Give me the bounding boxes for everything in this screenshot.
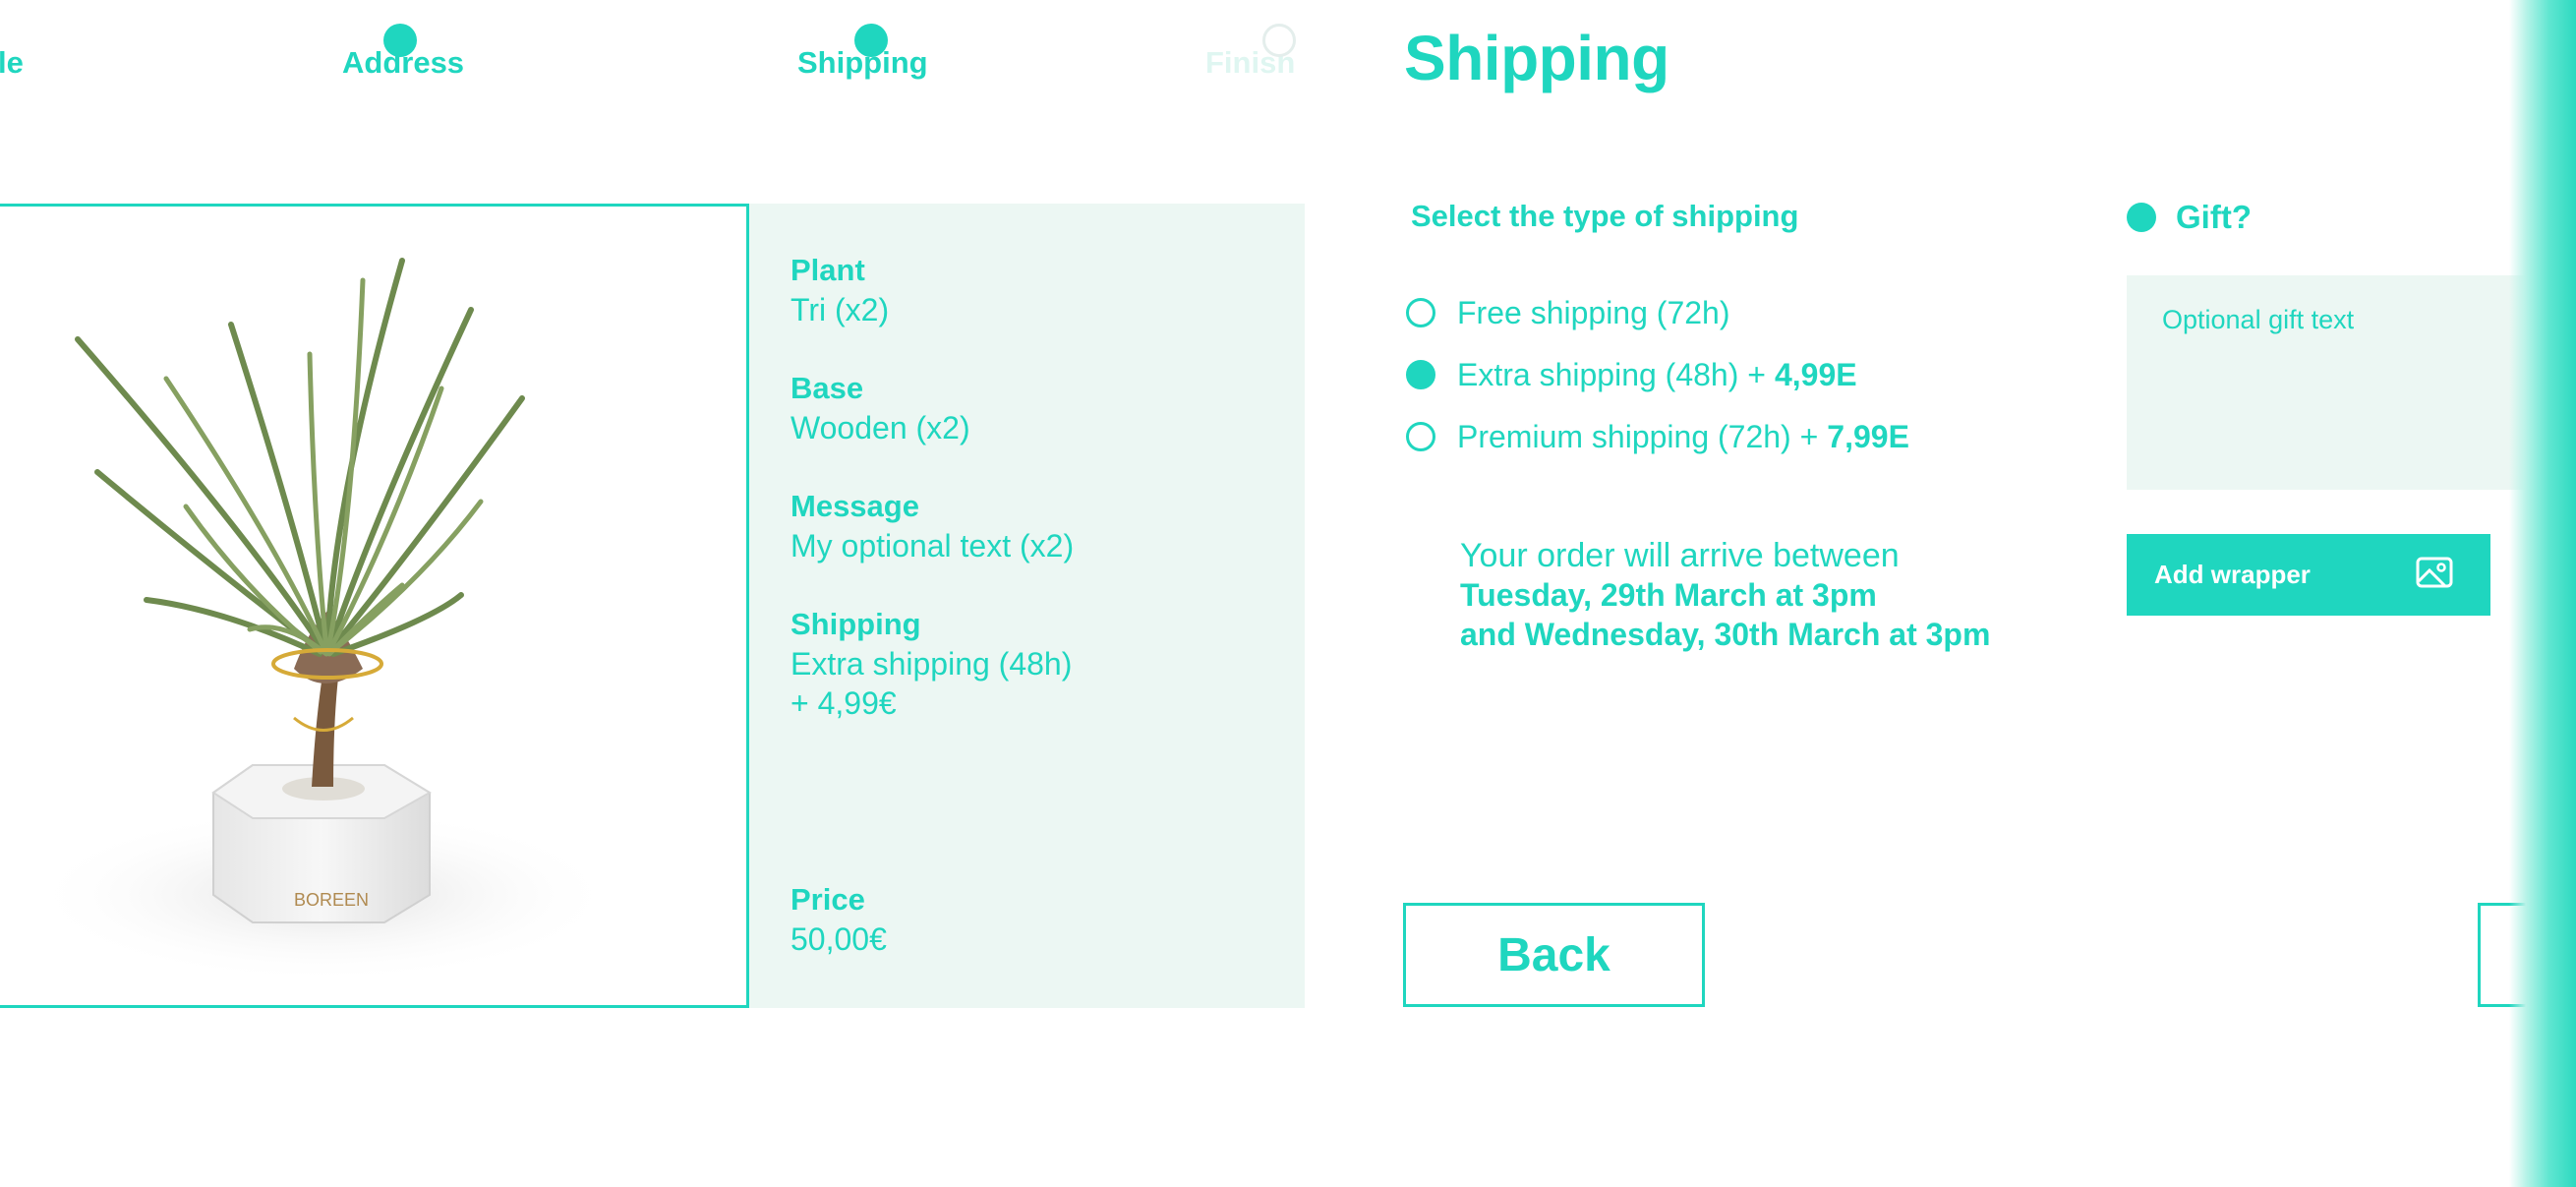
summary-base-label: Base (790, 371, 864, 405)
add-wrapper-label: Add wrapper (2154, 560, 2311, 589)
page-title: Shipping (1404, 23, 1669, 93)
order-summary: Plant Tri (x2) Base Wooden (x2) Message … (749, 204, 1305, 1008)
shipping-option-free-label: Free shipping (72h) (1457, 294, 1730, 330)
summary-price-value: 50,00€ (790, 921, 887, 957)
gift-label: Gift? (2176, 199, 2252, 235)
step-previous-label: le (0, 45, 24, 80)
gift-toggle[interactable]: Gift? (2127, 199, 2252, 236)
arrival-estimate: Your order will arrive between Tuesday, … (1460, 536, 1990, 654)
arrival-end: and Wednesday, 30th March at 3pm (1460, 617, 1991, 652)
gift-radio[interactable] (2127, 203, 2156, 232)
shipping-option-extra[interactable]: Extra shipping (48h) + 4,99E (1406, 355, 1857, 394)
summary-shipping-label: Shipping (790, 607, 921, 641)
add-wrapper-button[interactable]: Add wrapper (2127, 534, 2490, 616)
summary-shipping-value: Extra shipping (48h) (790, 646, 1073, 682)
step-shipping-indicator (854, 24, 888, 57)
summary-message-value: My optional text (x2) (790, 528, 1075, 564)
checkout-page: le Address Shipping Finish BOREEN Plant … (0, 0, 2576, 1187)
summary-message-label: Message (790, 489, 919, 523)
back-button-label: Back (1497, 928, 1610, 981)
radio-extra[interactable] (1406, 360, 1435, 389)
shipping-option-extra-label: Extra shipping (48h) + (1457, 356, 1766, 392)
summary-plant-value: Tri (x2) (790, 292, 890, 327)
shipping-option-premium-price: 7,99E (1827, 418, 1909, 454)
shipping-option-extra-price: 4,99E (1774, 356, 1857, 392)
summary-price-label: Price (790, 882, 865, 917)
shipping-option-premium[interactable]: Premium shipping (72h) + 7,99E (1406, 417, 1909, 456)
summary-base-value: Wooden (x2) (790, 410, 970, 445)
product-image: BOREEN (0, 204, 749, 1008)
summary-plant-label: Plant (790, 253, 865, 287)
shipping-option-free[interactable]: Free shipping (72h) (1406, 293, 1729, 332)
back-button[interactable]: Back (1403, 903, 1705, 1007)
edge-gradient (2509, 0, 2576, 1187)
arrival-intro: Your order will arrive between (1460, 537, 1900, 574)
step-finish-indicator (1262, 24, 1296, 57)
step-shipping[interactable]: Shipping (797, 24, 928, 81)
radio-free[interactable] (1406, 298, 1435, 327)
step-address-indicator (383, 24, 417, 57)
shipping-type-label: Select the type of shipping (1411, 199, 1799, 233)
step-finish[interactable]: Finish (1205, 24, 1296, 81)
radio-premium[interactable] (1406, 422, 1435, 451)
air-plant-illustration: BOREEN (29, 258, 618, 983)
arrival-start: Tuesday, 29th March at 3pm (1460, 577, 1877, 613)
gift-text-input[interactable] (2127, 275, 2559, 490)
image-icon (2416, 557, 2453, 593)
pot-brand: BOREEN (294, 890, 369, 910)
summary-shipping-price: + 4,99€ (790, 685, 897, 721)
step-address[interactable]: Address (342, 24, 464, 81)
step-previous[interactable]: le (0, 45, 24, 81)
shipping-option-premium-label: Premium shipping (72h) + (1457, 418, 1819, 454)
